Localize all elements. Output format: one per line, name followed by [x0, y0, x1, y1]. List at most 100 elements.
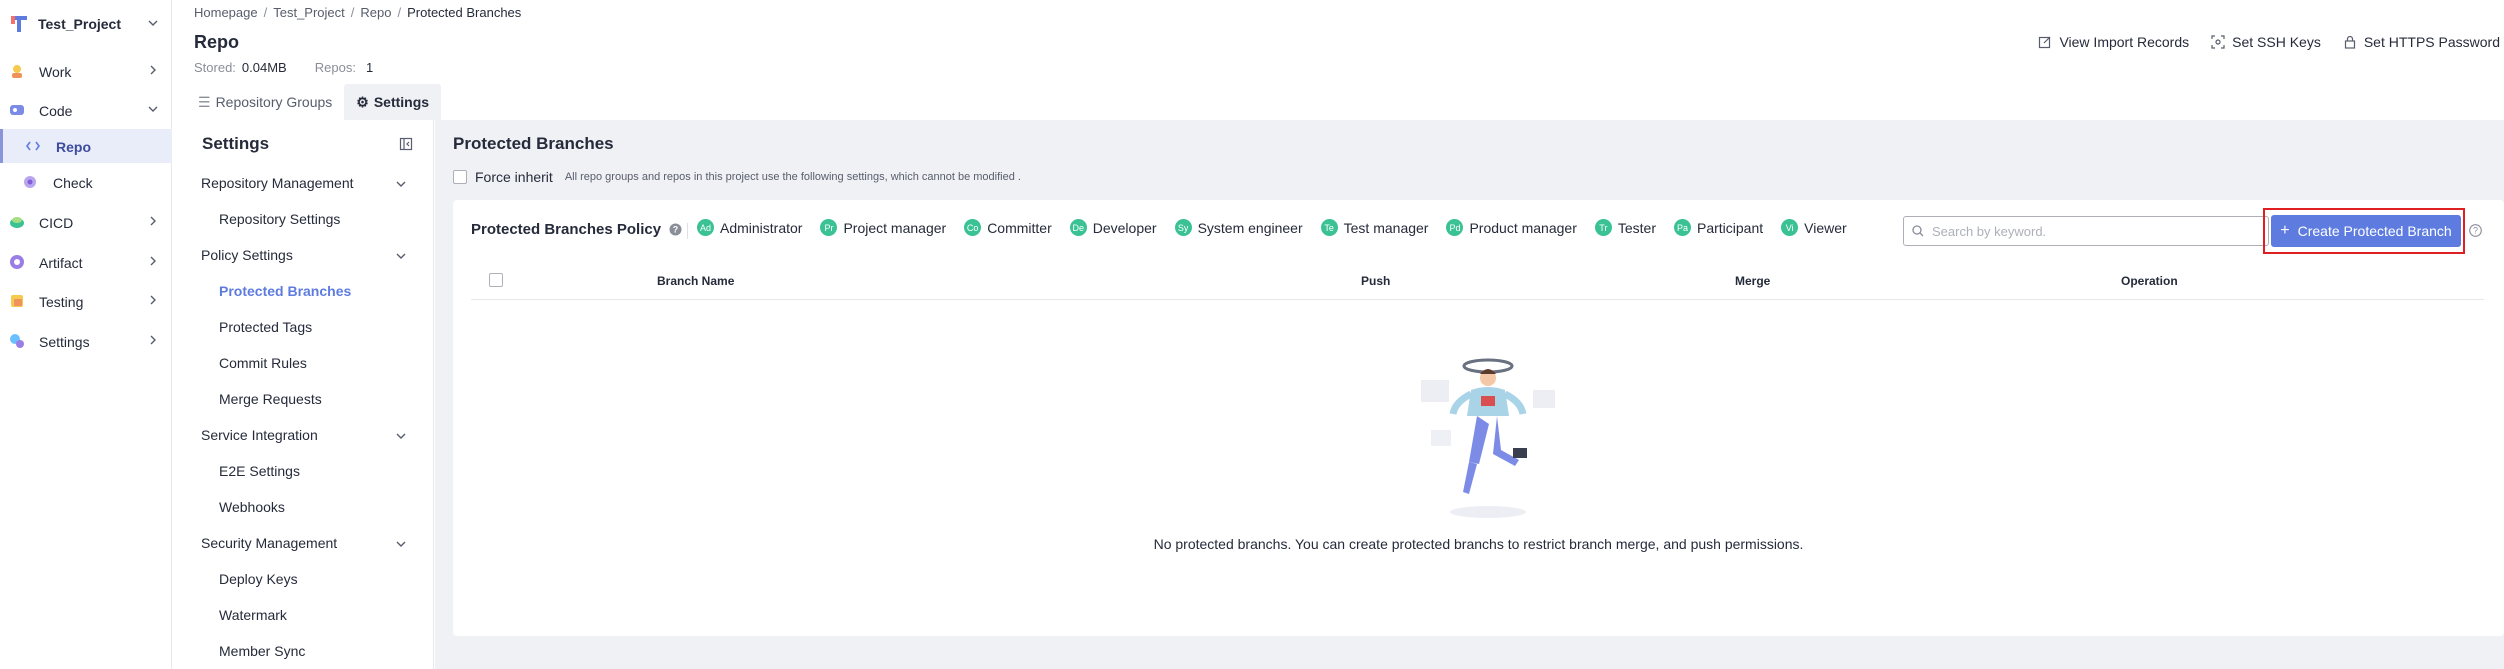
- menu-group-security-management[interactable]: Security Management: [201, 535, 337, 551]
- chevron-down-icon[interactable]: [396, 179, 406, 189]
- nav-item-settings[interactable]: Settings: [0, 324, 172, 358]
- nav-sub-check[interactable]: Check: [0, 165, 172, 199]
- view-import-records-button[interactable]: View Import Records: [2038, 34, 2189, 50]
- role-legend: Ad Administrator Pr Project manager Co Comm…: [697, 219, 1847, 236]
- menu-item-deploy-keys[interactable]: Deploy Keys: [219, 571, 298, 587]
- column-merge: Merge: [1735, 274, 1771, 288]
- menu-item-commit-rules[interactable]: Commit Rules: [219, 355, 307, 371]
- search-input[interactable]: [1932, 222, 2252, 240]
- nav-sub-repo[interactable]: Repo: [0, 129, 172, 163]
- action-label: Set HTTPS Password: [2363, 34, 2500, 50]
- chevron-right-icon: [150, 216, 156, 226]
- menu-item-protected-tags[interactable]: Protected Tags: [219, 319, 312, 335]
- role-tester: Tr Tester: [1594, 219, 1656, 236]
- role-label: Committer: [987, 219, 1052, 236]
- nav-item-work[interactable]: Work: [0, 54, 172, 88]
- role-administrator: Ad Administrator: [697, 219, 802, 236]
- nav-item-cicd[interactable]: CICD: [0, 205, 172, 239]
- force-inherit-row: Force inherit All repo groups and repos …: [453, 169, 1021, 185]
- breadcrumb-project[interactable]: Test_Project: [273, 5, 345, 20]
- testing-icon: [11, 295, 23, 307]
- settings-icon: [10, 334, 24, 348]
- policy-title: Protected Branches Policy ?: [471, 221, 682, 238]
- nav-item-testing[interactable]: Testing: [0, 284, 172, 318]
- project-logo-icon: [11, 16, 27, 32]
- ssh-key-icon: [2211, 35, 2225, 49]
- repo-tabs: ☰ Repository Groups ⚙ Settings: [186, 84, 442, 120]
- menu-item-protected-branches[interactable]: Protected Branches: [219, 283, 351, 299]
- role-system-engineer: Sy System engineer: [1174, 219, 1303, 236]
- role-committer: Co Committer: [964, 219, 1052, 236]
- menu-group-policy-settings[interactable]: Policy Settings: [201, 247, 293, 263]
- role-avatar: Pd: [1446, 219, 1464, 236]
- work-icon: [12, 65, 22, 78]
- list-icon: ☰: [198, 93, 211, 110]
- chevron-down-icon: [148, 106, 158, 112]
- role-avatar: Vi: [1781, 219, 1799, 236]
- nav-sub-label: Check: [53, 175, 93, 191]
- settings-menu-title: Settings: [202, 134, 270, 153]
- empty-state-illustration: [1421, 358, 1555, 518]
- artifact-icon: [10, 255, 24, 269]
- tab-label: Settings: [373, 94, 430, 110]
- help-icon[interactable]: ?: [669, 223, 682, 236]
- role-avatar: Co: [964, 219, 982, 236]
- tab-repository-groups[interactable]: ☰ Repository Groups: [186, 84, 344, 120]
- set-ssh-keys-button[interactable]: Set SSH Keys: [2211, 34, 2321, 50]
- nav-item-label: Settings: [39, 334, 90, 350]
- action-label: View Import Records: [2059, 34, 2190, 50]
- role-avatar: Pr: [820, 219, 838, 236]
- nav-item-label: CICD: [39, 215, 74, 231]
- menu-group-repository-management[interactable]: Repository Management: [201, 175, 354, 191]
- repo-stats: Stored: 0.04MB Repos: 1: [194, 60, 373, 75]
- breadcrumb-separator: /: [350, 5, 355, 20]
- role-developer: De Developer: [1069, 219, 1157, 236]
- chevron-down-icon[interactable]: [396, 251, 406, 261]
- project-switcher[interactable]: Test_Project: [0, 8, 172, 40]
- chevron-down-icon[interactable]: [396, 431, 406, 441]
- header-actions: View Import Records Set SSH Keys Set HTT…: [2038, 34, 2500, 50]
- set-https-password-button[interactable]: Set HTTPS Password: [2343, 34, 2500, 50]
- check-icon: [24, 176, 36, 188]
- role-label: Test manager: [1343, 219, 1429, 236]
- chevron-right-icon: [150, 295, 156, 305]
- select-all-checkbox[interactable]: [489, 273, 503, 287]
- repos-label: Repos:: [314, 60, 356, 75]
- tab-settings[interactable]: ⚙ Settings: [344, 84, 442, 120]
- repo-icon: [26, 141, 40, 151]
- force-inherit-checkbox[interactable]: [453, 170, 467, 184]
- force-inherit-label: Force inherit: [475, 169, 553, 185]
- role-avatar: Tr: [1594, 219, 1612, 236]
- breadcrumb-homepage[interactable]: Homepage: [194, 5, 258, 20]
- menu-item-watermark[interactable]: Watermark: [219, 607, 287, 623]
- button-label: Create Protected Branch: [2297, 223, 2452, 239]
- role-avatar: De: [1069, 219, 1087, 236]
- nav-item-label: Work: [39, 64, 72, 80]
- chevron-right-icon: [150, 335, 156, 345]
- role-participant: Pa Participant: [1674, 219, 1763, 236]
- breadcrumb-separator: /: [397, 5, 402, 20]
- menu-item-repository-settings[interactable]: Repository Settings: [219, 211, 340, 227]
- create-protected-branch-button[interactable]: + Create Protected Branch: [2271, 215, 2461, 247]
- menu-group-service-integration[interactable]: Service Integration: [201, 427, 318, 443]
- stored-value: 0.04MB: [241, 60, 287, 75]
- menu-item-e2e-settings[interactable]: E2E Settings: [219, 463, 300, 479]
- table-header: Branch Name Push Merge Operation: [471, 260, 2484, 300]
- nav-item-code[interactable]: Code: [0, 93, 172, 127]
- tab-label: Repository Groups: [215, 94, 333, 110]
- role-label: Viewer: [1804, 219, 1847, 236]
- menu-item-merge-requests[interactable]: Merge Requests: [219, 391, 322, 407]
- breadcrumb-repo[interactable]: Repo: [360, 5, 391, 20]
- collapse-panel-icon[interactable]: [399, 137, 413, 151]
- chevron-right-icon: [150, 65, 156, 75]
- help-icon[interactable]: ?: [2469, 224, 2482, 237]
- column-branch-name: Branch Name: [657, 274, 735, 288]
- nav-item-artifact[interactable]: Artifact: [0, 245, 172, 279]
- section-title: Protected Branches: [453, 134, 614, 153]
- menu-item-member-sync[interactable]: Member Sync: [219, 643, 305, 659]
- menu-item-webhooks[interactable]: Webhooks: [219, 499, 285, 515]
- force-inherit-note: All repo groups and repos in this projec…: [564, 171, 1021, 183]
- settings-menu: Settings Repository Management Repositor…: [186, 120, 434, 669]
- chevron-down-icon[interactable]: [396, 539, 406, 549]
- role-label: Developer: [1092, 219, 1157, 236]
